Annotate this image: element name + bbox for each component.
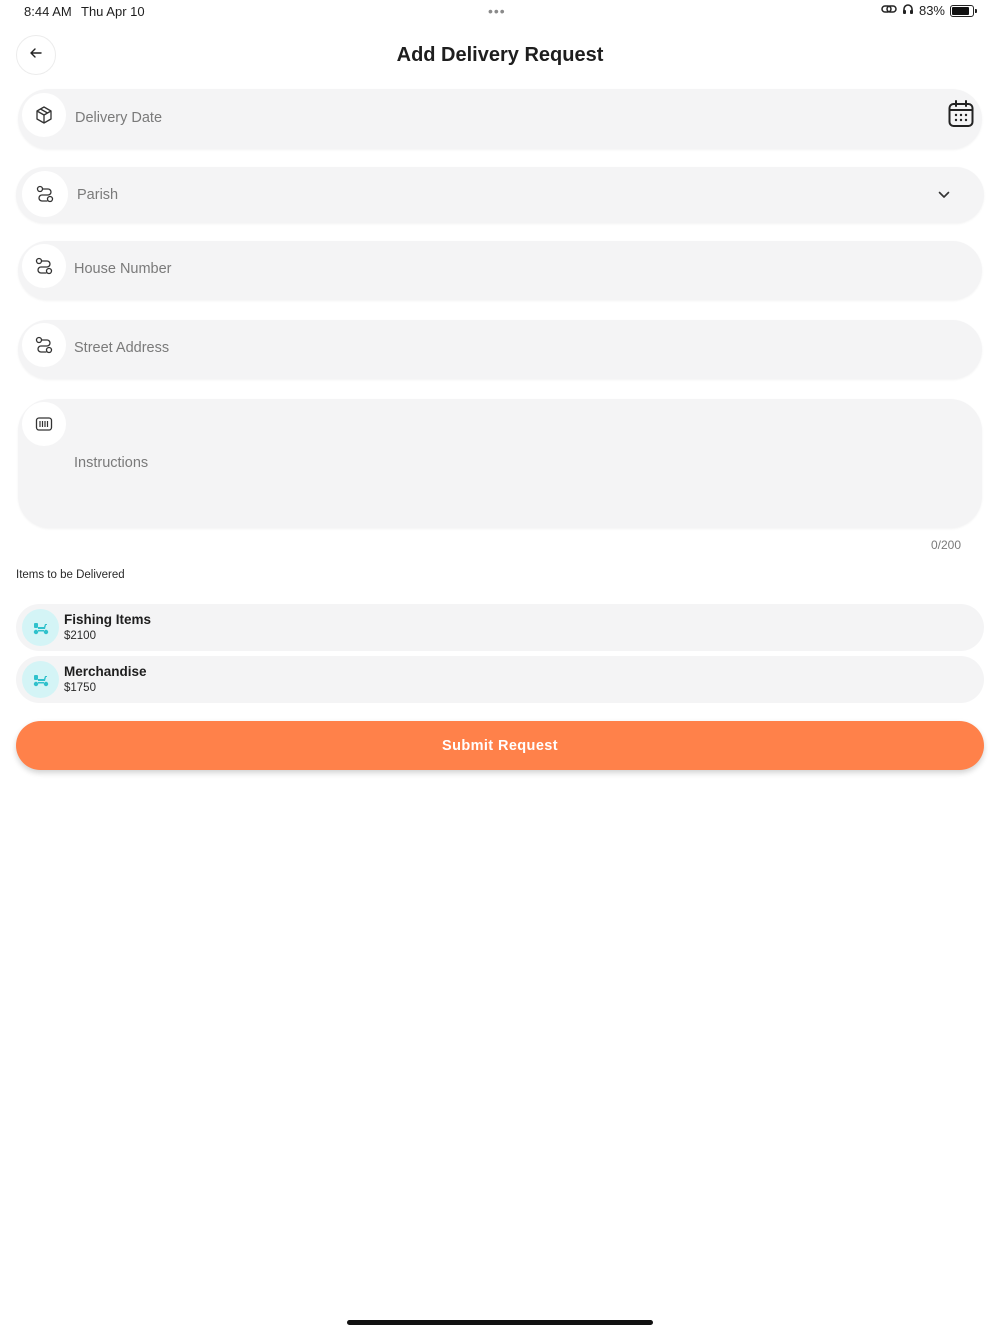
scooter-icon <box>22 609 59 646</box>
status-indicators: 83% <box>881 3 977 18</box>
item-price: $2100 <box>64 630 96 642</box>
battery-icon <box>950 4 977 17</box>
item-name: Fishing Items <box>64 612 152 627</box>
delivery-date-field[interactable]: Delivery Date <box>18 89 982 149</box>
item-price: $1750 <box>64 682 96 694</box>
route-icon <box>22 244 66 288</box>
barcode-icon <box>22 402 66 446</box>
parish-placeholder: Parish <box>77 187 119 203</box>
home-indicator[interactable] <box>347 1320 653 1325</box>
calendar-icon[interactable] <box>948 100 974 133</box>
headphones-icon <box>902 3 914 18</box>
instructions-textarea[interactable]: Instructions <box>18 399 982 528</box>
street-address-placeholder: Street Address <box>74 340 170 356</box>
house-number-placeholder: House Number <box>74 261 172 277</box>
battery-percent: 83% <box>918 3 945 18</box>
street-address-field[interactable]: Street Address <box>18 320 982 379</box>
items-section-label: Items to be Delivered <box>16 569 125 581</box>
status-time: 8:44 AM <box>24 4 72 19</box>
multitasking-dots[interactable]: ••• <box>488 4 506 18</box>
status-bar: 8:44 AM Thu Apr 10 ••• 83% <box>0 0 1000 24</box>
add-delivery-request-screen: 8:44 AM Thu Apr 10 ••• 83% Add Delivery … <box>0 0 1000 1333</box>
scooter-icon <box>22 661 59 698</box>
chevron-down-icon[interactable] <box>937 188 951 207</box>
link-icon <box>881 3 897 18</box>
list-item[interactable]: Merchandise $1750 <box>16 656 984 703</box>
submit-request-button[interactable]: Submit Request <box>16 721 984 770</box>
page-title: Add Delivery Request <box>396 44 604 66</box>
house-number-field[interactable]: House Number <box>18 241 982 300</box>
route-icon <box>22 171 68 217</box>
route-icon <box>22 323 66 367</box>
parish-select[interactable]: Parish <box>16 167 984 223</box>
box-icon <box>22 93 66 137</box>
status-date: Thu Apr 10 <box>81 4 145 19</box>
character-counter: 0/200 <box>930 538 961 552</box>
item-name: Merchandise <box>64 664 147 679</box>
list-item[interactable]: Fishing Items $2100 <box>16 604 984 651</box>
instructions-placeholder: Instructions <box>74 455 149 471</box>
delivery-date-placeholder: Delivery Date <box>75 110 163 126</box>
